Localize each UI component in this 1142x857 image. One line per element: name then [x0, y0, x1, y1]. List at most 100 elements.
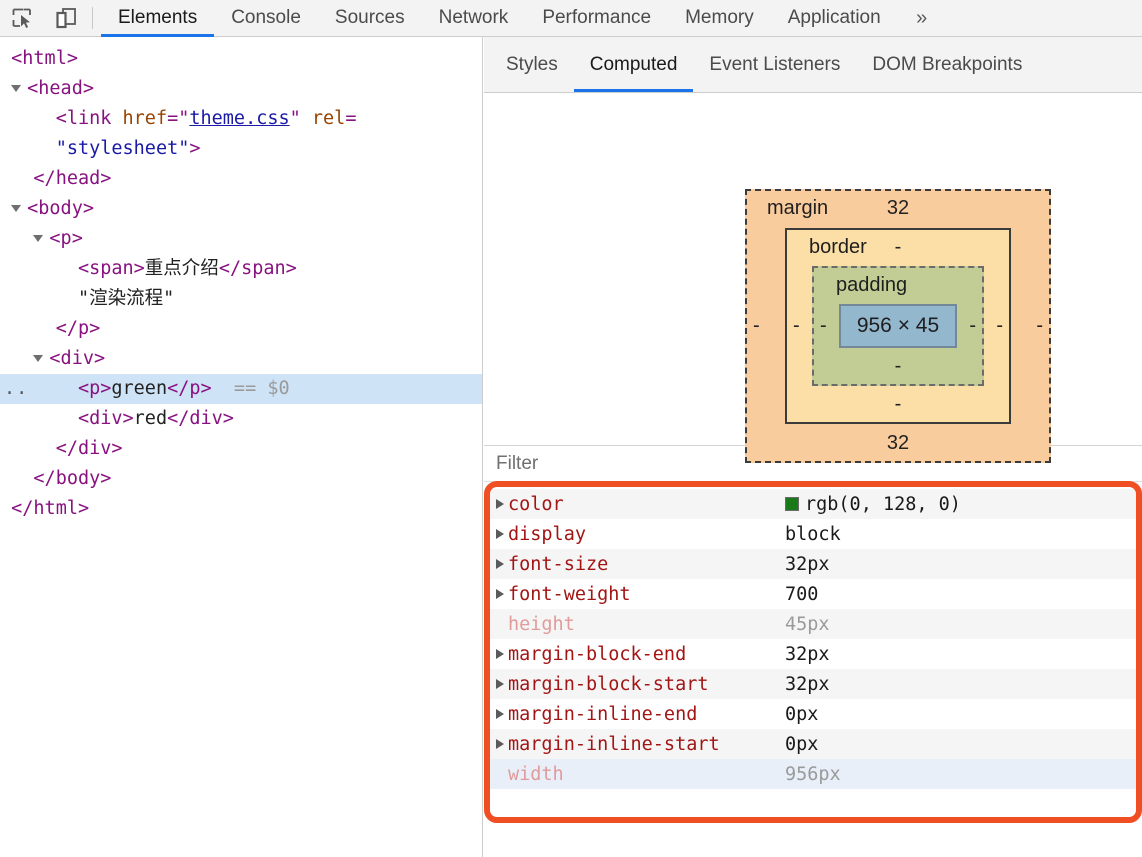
computed-property-name: font-size [508, 554, 785, 575]
box-model-margin-right[interactable]: - [1036, 315, 1043, 338]
dom-node[interactable]: <div> [0, 344, 482, 374]
expand-triangle-icon[interactable] [496, 499, 504, 509]
box-model-border-left[interactable]: - [793, 315, 800, 338]
tab-network-label: Network [439, 7, 509, 29]
dom-node-selected[interactable]: .. <p>green</p> == $0 [0, 374, 482, 404]
tab-sources[interactable]: Sources [318, 0, 422, 37]
dom-node-indent [0, 344, 33, 374]
computed-property-row[interactable]: margin-inline-start0px [484, 729, 1142, 759]
box-model-margin-bottom[interactable]: 32 [747, 432, 1049, 455]
box-model-padding-bottom[interactable]: - [814, 355, 982, 378]
dom-token-text: green [111, 378, 167, 399]
more-tabs-chevron-icon[interactable]: » [898, 0, 946, 37]
tab-console-label: Console [231, 7, 301, 29]
computed-property-value: 700 [785, 584, 818, 605]
dom-node[interactable]: <head> [0, 74, 482, 104]
computed-property-name: margin-inline-start [508, 734, 785, 755]
dom-token-text: 重点介绍 [145, 258, 219, 279]
tab-elements[interactable]: Elements [101, 0, 214, 37]
color-swatch-icon[interactable] [785, 497, 799, 511]
dom-token-text: red [134, 408, 167, 429]
sidebar-tab-computed[interactable]: Computed [574, 37, 694, 92]
dom-node[interactable]: <div>red</div> [0, 404, 482, 434]
dom-node[interactable]: </html> [0, 494, 482, 524]
expand-triangle-icon[interactable] [496, 679, 504, 689]
box-model-border-top[interactable]: - [787, 236, 1009, 259]
computed-property-row[interactable]: width956px [484, 759, 1142, 789]
dom-tree-panel[interactable]: <html> <head> <link href="theme.css" rel… [0, 37, 483, 857]
dom-node[interactable]: <p> [0, 224, 482, 254]
dom-token-attr: rel [312, 108, 345, 129]
expand-triangle-icon[interactable] [496, 739, 504, 749]
computed-property-row[interactable]: height45px [484, 609, 1142, 639]
box-model-border-area[interactable]: border - - - - padding - - - 956 × 45 [785, 228, 1011, 424]
inspect-element-icon[interactable] [0, 0, 44, 36]
tab-elements-label: Elements [118, 7, 197, 29]
box-model-padding-area[interactable]: padding - - - 956 × 45 [812, 266, 984, 386]
tab-memory[interactable]: Memory [668, 0, 771, 37]
dom-node[interactable]: <body> [0, 194, 482, 224]
tab-network[interactable]: Network [422, 0, 526, 37]
computed-property-row[interactable]: margin-block-end32px [484, 639, 1142, 669]
box-model-margin-area[interactable]: margin 32 32 - - border - - - - padding … [745, 189, 1051, 463]
computed-property-name: width [508, 764, 785, 785]
dom-node[interactable]: </div> [0, 434, 482, 464]
box-model-margin-top[interactable]: 32 [747, 197, 1049, 220]
dom-node-expand-triangle-icon[interactable] [11, 85, 21, 92]
expand-triangle-icon[interactable] [496, 649, 504, 659]
dom-node[interactable]: <link href="theme.css" rel= [0, 104, 482, 134]
computed-property-value-text: rgb(0, 128, 0) [805, 494, 961, 515]
sidebar-tab-styles[interactable]: Styles [490, 37, 574, 92]
dom-node-expand-triangle-icon[interactable] [33, 235, 43, 242]
dom-node[interactable]: </head> [0, 164, 482, 194]
sidebar-tab-dom-breakpoints-label: DOM Breakpoints [872, 54, 1022, 76]
dom-token-text: "渲染流程" [78, 288, 174, 309]
computed-property-value: rgb(0, 128, 0) [785, 494, 961, 515]
dom-node[interactable]: </body> [0, 464, 482, 494]
sidebar-tab-dom-breakpoints[interactable]: DOM Breakpoints [856, 37, 1038, 92]
computed-property-row[interactable]: margin-inline-end0px [484, 699, 1142, 729]
box-model-content-area[interactable]: 956 × 45 [839, 304, 957, 348]
box-model-margin-left[interactable]: - [753, 315, 760, 338]
tab-application[interactable]: Application [771, 0, 898, 37]
computed-property-row[interactable]: displayblock [484, 519, 1142, 549]
expand-triangle-icon[interactable] [496, 559, 504, 569]
device-toolbar-icon[interactable] [44, 0, 88, 36]
tab-application-label: Application [788, 7, 881, 29]
dom-node[interactable]: </p> [0, 314, 482, 344]
dom-token-tag: </html> [11, 498, 89, 519]
dom-node-expand-triangle-icon[interactable] [11, 205, 21, 212]
tab-performance[interactable]: Performance [525, 0, 668, 37]
dom-token-tag: </span> [219, 258, 297, 279]
expand-triangle-icon[interactable] [496, 529, 504, 539]
box-model-padding-left[interactable]: - [820, 315, 827, 338]
tab-console[interactable]: Console [214, 0, 318, 37]
dom-node-ellipsis-icon[interactable]: .. [4, 374, 28, 404]
elements-sidebar: Styles Computed Event Listeners DOM Brea… [484, 37, 1142, 857]
dom-token-tag: <div> [49, 348, 105, 369]
computed-properties-list: colorrgb(0, 128, 0)displayblockfont-size… [484, 482, 1142, 789]
computed-property-row[interactable]: font-weight700 [484, 579, 1142, 609]
dom-node[interactable]: <span>重点介绍</span> [0, 254, 482, 284]
dom-node[interactable]: <html> [0, 44, 482, 74]
expand-triangle-icon[interactable] [496, 709, 504, 719]
computed-property-name: height [508, 614, 785, 635]
computed-property-row[interactable]: margin-block-start32px [484, 669, 1142, 699]
dom-node-indent [0, 404, 78, 434]
dom-node[interactable]: "stylesheet"> [0, 134, 482, 164]
computed-property-name: margin-inline-end [508, 704, 785, 725]
box-model-border-right[interactable]: - [996, 315, 1003, 338]
computed-property-value: block [785, 524, 841, 545]
computed-property-row[interactable]: color rgb(0, 128, 0) [484, 489, 1142, 519]
sidebar-tab-event-listeners[interactable]: Event Listeners [693, 37, 856, 92]
computed-property-row[interactable]: font-size32px [484, 549, 1142, 579]
dom-node[interactable]: "渲染流程" [0, 284, 482, 314]
computed-property-value-text: 956px [785, 764, 841, 785]
dom-node-expand-triangle-icon[interactable] [33, 355, 43, 362]
dom-token-tag: > [189, 138, 200, 159]
box-model-border-bottom[interactable]: - [787, 393, 1009, 416]
dom-token-tag: <p> [78, 378, 111, 399]
expand-triangle-icon[interactable] [496, 589, 504, 599]
box-model-padding-right[interactable]: - [969, 315, 976, 338]
computed-property-name: color [508, 494, 785, 515]
